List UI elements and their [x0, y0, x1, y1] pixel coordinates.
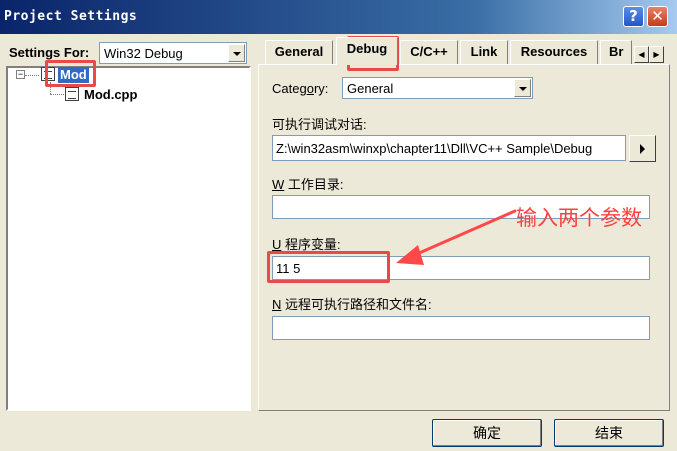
category-dropdown[interactable]: General [342, 77, 533, 99]
category-label-mnemonic: o [306, 81, 314, 96]
close-button[interactable]: ✕ [647, 6, 668, 27]
tree-connector [25, 75, 39, 76]
tree-item-mod-cpp[interactable]: Mod.cpp [84, 87, 137, 102]
remote-path-mnemonic: N [272, 297, 282, 312]
chevron-down-icon[interactable] [228, 44, 245, 62]
executable-value: Z:\win32asm\winxp\chapter11\Dll\VC++ Sam… [276, 141, 593, 156]
title-bar[interactable]: Project Settings ? ✕ [0, 0, 677, 34]
scroll-left-icon[interactable]: ◀ [634, 46, 649, 63]
ok-button[interactable]: 确定 [432, 419, 542, 447]
tab-c-cpp[interactable]: C/C++ [400, 40, 458, 64]
annotation-text: 输入两个参数 [516, 207, 642, 230]
tab-scroll: ◀ ▶ [634, 46, 664, 63]
working-dir-label: W 工作目录: [272, 174, 344, 193]
tab-resources[interactable]: Resources [510, 40, 598, 64]
annotation-box-args [267, 251, 390, 283]
cancel-button[interactable]: 结束 [554, 419, 664, 447]
tab-link[interactable]: Link [460, 40, 508, 64]
annotation-arrow-icon [396, 209, 517, 265]
settings-for-value: Win32 Debug [104, 46, 183, 61]
scroll-right-icon[interactable]: ▶ [649, 46, 664, 63]
executable-browse-button[interactable] [629, 135, 656, 162]
chevron-down-icon[interactable] [514, 79, 531, 97]
settings-for-label: Settings For: [9, 45, 90, 60]
executable-input[interactable]: Z:\win32asm\winxp\chapter11\Dll\VC++ Sam… [272, 135, 626, 161]
tab-general[interactable]: General [265, 40, 333, 64]
working-dir-label-text: 工作目录: [284, 177, 344, 192]
help-button[interactable]: ? [623, 6, 644, 27]
annotation-box-mod [45, 60, 96, 87]
category-value: General [347, 81, 394, 96]
window-title: Project Settings [4, 9, 138, 24]
executable-label: 可执行调试对话: [272, 117, 367, 132]
project-tree[interactable] [6, 66, 251, 411]
settings-for-dropdown[interactable]: Win32 Debug [99, 42, 247, 64]
category-label-part: Categ [272, 81, 307, 96]
remote-path-label: N 远程可执行路径和文件名: [272, 294, 432, 313]
tree-expander-icon[interactable]: − [16, 70, 25, 79]
remote-path-input[interactable] [272, 316, 650, 340]
remote-path-label-text: 远程可执行路径和文件名: [281, 297, 432, 312]
category-label-part: ry: [313, 81, 329, 96]
category-label: Category: [272, 81, 328, 96]
tab-debug[interactable]: Debug [336, 37, 398, 65]
project-settings-window: Project Settings ? ✕ Settings For: Win32… [0, 0, 677, 451]
source-file-icon [65, 87, 79, 101]
program-args-label-text: 程序变量: [281, 237, 341, 252]
tree-connector [50, 94, 64, 95]
working-dir-mnemonic: W [272, 177, 285, 192]
program-args-mnemonic: U [272, 237, 282, 252]
tab-browse-info[interactable]: Br [600, 40, 632, 64]
